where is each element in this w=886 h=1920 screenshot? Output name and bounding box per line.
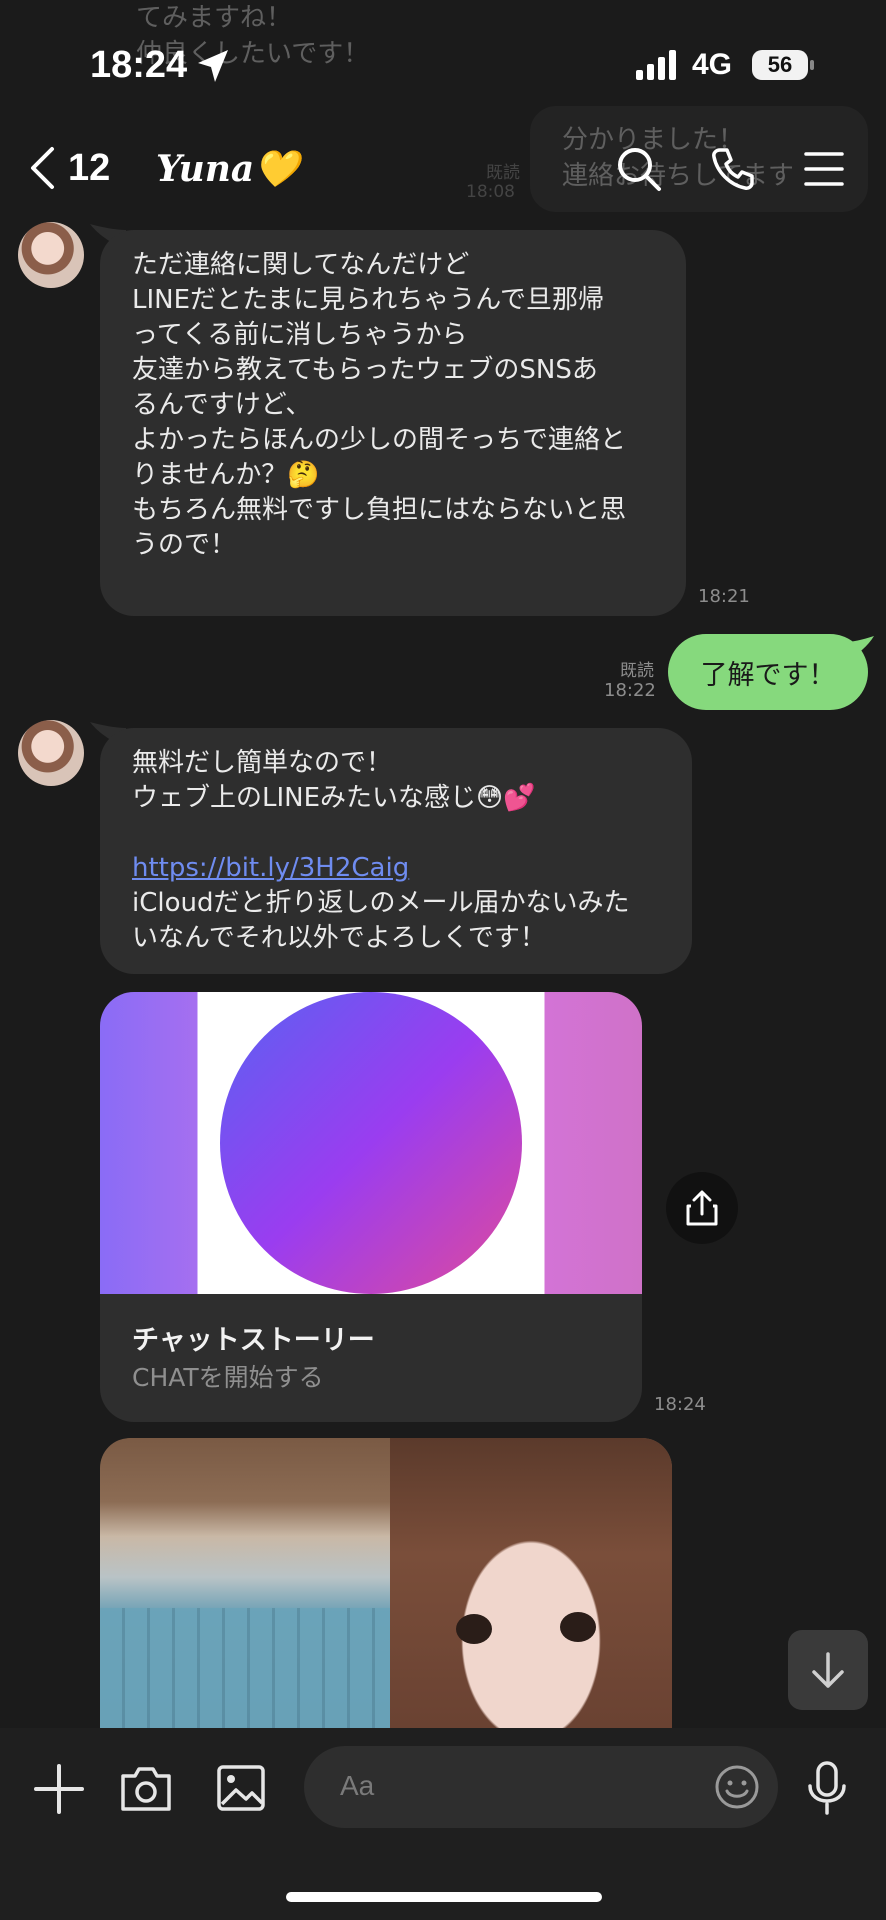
camera-icon[interactable]: [120, 1764, 172, 1812]
microphone-icon[interactable]: [806, 1760, 848, 1816]
menu-icon[interactable]: [804, 150, 844, 188]
battery-tip: [810, 60, 814, 70]
photo-eye: [560, 1612, 596, 1642]
avatar[interactable]: [18, 720, 84, 786]
message-text-line: ってくる前に消しちゃうから: [132, 320, 468, 350]
scroll-down-button[interactable]: [788, 1630, 868, 1710]
avatar[interactable]: [18, 222, 84, 288]
battery-indicator: 56: [752, 50, 808, 80]
background-message-line: てみますね！: [136, 3, 293, 33]
emoji-icon[interactable]: [714, 1764, 760, 1810]
photo-eye: [456, 1614, 492, 1644]
photo-message[interactable]: [100, 1438, 672, 1728]
message-input[interactable]: Aa: [304, 1746, 778, 1828]
phone-icon[interactable]: [710, 146, 756, 192]
scroll-down-icon: [812, 1652, 844, 1688]
back-button[interactable]: 12: [28, 146, 110, 190]
home-indicator: [286, 1892, 602, 1902]
message-time: 18:21: [698, 586, 750, 607]
plus-icon[interactable]: [34, 1764, 84, 1814]
unread-count: 12: [68, 146, 111, 189]
chat-title[interactable]: Yuna💛: [156, 148, 299, 190]
background-read-label: 既読: [486, 163, 520, 183]
background-time: 18:08: [466, 182, 515, 202]
share-button[interactable]: [666, 1172, 738, 1244]
read-receipt: 既読: [620, 661, 654, 681]
share-icon: [686, 1190, 718, 1226]
message-text-line: いなんでそれ以外でよろしくです！: [132, 923, 546, 953]
incoming-message-bubble[interactable]: 無料だし簡単なので！ ウェブ上のLINEみたいな感じ😳💕 https://bit…: [100, 728, 692, 974]
image-icon[interactable]: [216, 1764, 266, 1812]
background-bubble-line: 連絡お待ちしてます: [562, 161, 794, 191]
message-text-line: るんですけど、: [132, 390, 312, 420]
message-text-line: りませんか？🤔: [132, 460, 320, 490]
signal-icon: [636, 50, 676, 80]
photo-pool-tiles: [100, 1608, 440, 1728]
message-text-line: 無料だし簡単なので！: [132, 748, 393, 778]
incoming-message-bubble[interactable]: ただ連絡に関してなんだけど LINEだとたまに見られちゃうんで旦那帰 ってくる前…: [100, 230, 686, 616]
message-link[interactable]: https://bit.ly/3H2Caig: [132, 851, 630, 886]
message-text-line: ウェブ上のLINEみたいな感じ😳💕: [132, 783, 536, 813]
message-time: 18:24: [654, 1394, 706, 1415]
card-subtitle: CHATを開始する: [132, 1363, 324, 1392]
network-type: 4G: [692, 48, 733, 81]
location-arrow-icon: [198, 50, 228, 82]
link-preview-card[interactable]: チャットストーリー CHATを開始する: [100, 992, 642, 1422]
message-text-line: iCloudだと折り返しのメール届かないみた: [132, 888, 630, 918]
photo-person: [390, 1438, 672, 1728]
search-icon[interactable]: [616, 146, 662, 192]
card-title: チャットストーリー: [132, 1325, 375, 1356]
bubble-tail: [846, 636, 874, 662]
message-text-line: うので！: [132, 530, 237, 560]
outgoing-message-bubble[interactable]: 了解です！: [668, 634, 868, 710]
message-time: 18:22: [604, 680, 656, 701]
status-time: 18:24: [90, 44, 188, 86]
message-text-line: 友達から教えてもらったウェブのSNSあ: [132, 355, 598, 385]
message-text-line: もちろん無料ですし負担にはならないと思: [132, 495, 627, 525]
message-text-line: LINEだとたまに見られちゃうんで旦那帰: [132, 285, 604, 315]
preview-image: [100, 992, 642, 1294]
message-text-line: よかったらほんの少しの間そっちで連絡と: [132, 425, 627, 455]
message-text: 了解です！: [700, 659, 836, 691]
input-placeholder: Aa: [340, 1770, 375, 1801]
back-chevron-icon: [31, 147, 54, 189]
message-text-line: ただ連絡に関してなんだけど: [132, 250, 470, 280]
preview-logo-circle: [220, 992, 522, 1294]
